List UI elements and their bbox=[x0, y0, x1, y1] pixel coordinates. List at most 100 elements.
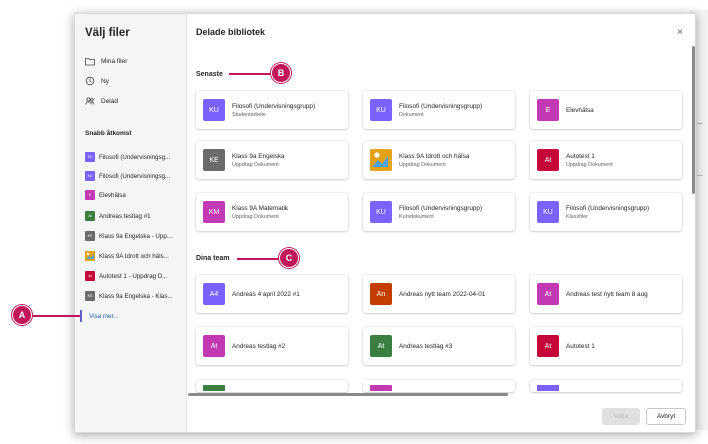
library-name: Elevhälsa bbox=[566, 106, 594, 114]
library-card[interactable]: KU Filosofi (Undervisningsgrupp) Kursdoku… bbox=[363, 193, 515, 231]
team-avatar-icon: At bbox=[85, 211, 95, 221]
library-subtitle: Uppdrag Dokument bbox=[399, 161, 446, 168]
library-card[interactable]: At Autotest 1 Uppdrag Dokument bbox=[530, 141, 682, 179]
file-picker-dialog: Välj filer Mina filer Ny Delad Snabb åtk… bbox=[74, 13, 696, 433]
quick-access-label: Filosofi (Undervisningsg... bbox=[99, 153, 171, 161]
library-name: Klass 9A Idrott och hälsa bbox=[399, 152, 470, 160]
callout-a-badge: A bbox=[12, 305, 32, 325]
library-name: Klass 9a Engelska bbox=[232, 152, 285, 160]
sports-image-icon bbox=[370, 149, 392, 171]
team-avatar-icon bbox=[370, 385, 392, 391]
team-avatar-icon bbox=[203, 385, 225, 391]
library-avatar-icon: KU bbox=[203, 99, 225, 121]
team-card[interactable]: At Andreas testlag #3 bbox=[363, 327, 515, 365]
library-card[interactable]: KU Filosofi (Undervisningsgrupp) Klassfil… bbox=[530, 193, 682, 231]
quick-access-item[interactable]: Klass 9A Idrott och häls... bbox=[85, 250, 185, 262]
select-button[interactable]: Välja bbox=[602, 408, 640, 425]
nav-shared-label: Delad bbox=[101, 97, 118, 105]
team-avatar-icon: An bbox=[370, 283, 392, 305]
library-subtitle: Uppdrag Dokument bbox=[232, 213, 279, 220]
library-subtitle: Uppdrag Dokument bbox=[232, 161, 279, 168]
team-card[interactable] bbox=[196, 380, 348, 392]
library-avatar-icon: KU bbox=[370, 99, 392, 121]
team-card[interactable]: At Autotest 1 bbox=[530, 327, 682, 365]
team-card[interactable]: A4 Andreas 4 april 2022 #1 bbox=[196, 275, 348, 313]
callout-line-c bbox=[237, 258, 281, 260]
quick-access-item[interactable]: At Andreas testlag #1 bbox=[85, 210, 185, 222]
team-card[interactable] bbox=[363, 380, 515, 392]
show-more-link[interactable]: Visa mer... bbox=[80, 310, 119, 322]
library-name: Klass 9A Matematik bbox=[232, 204, 289, 212]
quick-access-item[interactable]: KU Filosofi (Undervisningsg... bbox=[85, 151, 185, 163]
quick-access-label: Klass 9A Idrott och häls... bbox=[99, 252, 169, 260]
library-avatar-icon: E bbox=[537, 99, 559, 121]
team-avatar-icon: At bbox=[537, 283, 559, 305]
nav-shared[interactable]: Delad bbox=[85, 94, 118, 108]
main-panel: Delade bibliotek × Senaste KU Filosofi (… bbox=[188, 14, 695, 432]
team-avatar-icon: KU bbox=[85, 171, 95, 181]
horizontal-scrollbar[interactable] bbox=[188, 393, 508, 396]
library-name: Filosofi (Undervisningsgrupp) bbox=[399, 102, 483, 110]
team-avatar-icon: KU bbox=[85, 152, 95, 162]
team-card[interactable]: At Andreas test nytt team 8 aug bbox=[530, 275, 682, 313]
library-avatar-icon: KU bbox=[537, 201, 559, 223]
library-name: Filosofi (Undervisningsgrupp) bbox=[232, 102, 316, 110]
nav-my-files[interactable]: Mina filer bbox=[85, 54, 127, 68]
vertical-scrollbar[interactable] bbox=[692, 46, 695, 194]
team-name: Andreas 4 april 2022 #1 bbox=[232, 290, 300, 298]
quick-access-item[interactable]: KU Filosofi (Undervisningsg... bbox=[85, 170, 185, 182]
library-name: Filosofi (Undervisningsgrupp) bbox=[566, 204, 650, 212]
quick-access-heading: Snabb åtkomst bbox=[85, 130, 132, 137]
sidebar: Välj filer Mina filer Ny Delad Snabb åtk… bbox=[75, 14, 187, 432]
team-name: Andreas test nytt team 8 aug bbox=[566, 290, 648, 298]
library-card[interactable]: KE Klass 9a Engelska Uppdrag Dokument bbox=[196, 141, 348, 179]
team-name: Andreas testlag #3 bbox=[399, 342, 453, 350]
team-card[interactable]: At Andreas testlag #2 bbox=[196, 327, 348, 365]
library-avatar-icon: KU bbox=[370, 201, 392, 223]
quick-access-item[interactable]: KE Klass 9a Engelska - Upp... bbox=[85, 230, 185, 242]
callout-b-badge: B bbox=[271, 63, 291, 83]
team-avatar-icon: E bbox=[85, 190, 95, 200]
people-icon bbox=[85, 96, 95, 106]
team-avatar-icon: At bbox=[85, 271, 95, 281]
quick-access-label: Elevhälsa bbox=[99, 191, 126, 199]
team-card[interactable] bbox=[530, 380, 682, 392]
library-card[interactable]: Klass 9A Idrott och hälsa Uppdrag Dokumen… bbox=[363, 141, 515, 179]
callout-line-b bbox=[229, 73, 273, 75]
team-avatar-icon: KE bbox=[85, 291, 95, 301]
library-avatar-icon: KE bbox=[203, 149, 225, 171]
teams-heading: Dina team bbox=[196, 255, 230, 262]
library-subtitle: Klassfiler bbox=[566, 213, 588, 220]
quick-access-label: Klass 9a Engelska - Upp... bbox=[99, 232, 172, 240]
quick-access-label: Klass 9a Engelska - Klas... bbox=[99, 292, 173, 300]
background-tick bbox=[697, 175, 703, 176]
sidebar-title: Välj filer bbox=[85, 27, 130, 39]
team-avatar-icon: A4 bbox=[203, 283, 225, 305]
library-card[interactable]: KU Filosofi (Undervisningsgrupp) Studenta… bbox=[196, 91, 348, 129]
quick-access-item[interactable]: E Elevhälsa bbox=[85, 189, 185, 201]
quick-access-label: Filosofi (Undervisningsg... bbox=[99, 172, 171, 180]
page-title: Delade bibliotek bbox=[196, 27, 266, 37]
team-avatar-icon: KE bbox=[85, 231, 95, 241]
library-subtitle: Uppdrag Dokument bbox=[566, 161, 613, 168]
team-avatar-icon: At bbox=[370, 335, 392, 357]
recent-clock-icon bbox=[85, 76, 95, 86]
nav-recent-label: Ny bbox=[101, 77, 109, 85]
library-card[interactable]: KM Klass 9A Matematik Uppdrag Dokument bbox=[196, 193, 348, 231]
nav-recent[interactable]: Ny bbox=[85, 74, 109, 88]
folder-icon bbox=[85, 56, 95, 66]
team-avatar-icon: At bbox=[203, 335, 225, 357]
team-avatar-icon: At bbox=[537, 335, 559, 357]
team-name: Andreas nytt team 2022-04-01 bbox=[399, 290, 486, 298]
library-card[interactable]: E Elevhälsa bbox=[530, 91, 682, 129]
cancel-button[interactable]: Avbryt bbox=[646, 408, 686, 425]
library-subtitle: Kursdokument bbox=[399, 213, 434, 220]
quick-access-label: Andreas testlag #1 bbox=[99, 212, 151, 220]
quick-access-item[interactable]: At Autotest 1 - Uppdrag D... bbox=[85, 270, 185, 282]
quick-access-item[interactable]: KE Klass 9a Engelska - Klas... bbox=[85, 290, 185, 302]
library-name: Filosofi (Undervisningsgrupp) bbox=[399, 204, 483, 212]
library-card[interactable]: KU Filosofi (Undervisningsgrupp) Dokument bbox=[363, 91, 515, 129]
recent-heading: Senaste bbox=[196, 71, 223, 78]
team-card[interactable]: An Andreas nytt team 2022-04-01 bbox=[363, 275, 515, 313]
close-icon[interactable]: × bbox=[677, 27, 683, 38]
